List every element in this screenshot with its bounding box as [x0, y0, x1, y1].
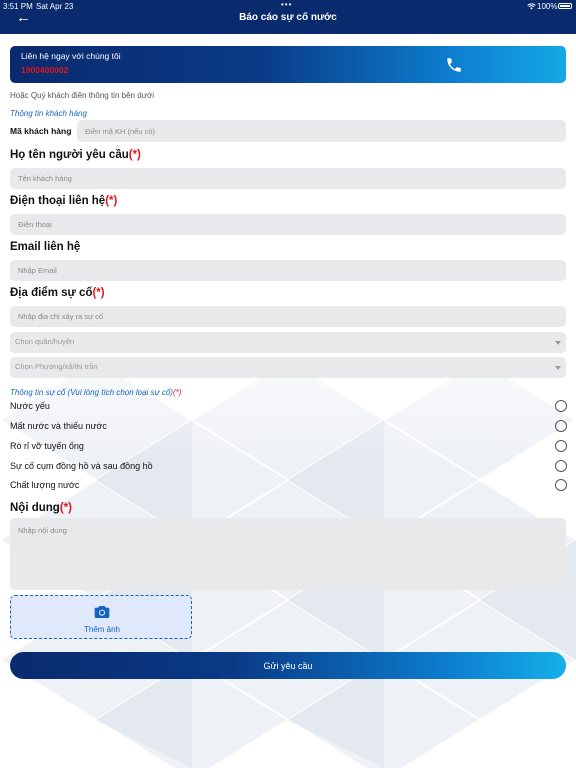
battery-percent: 100%	[537, 2, 558, 11]
ward-select-value: Chọn Phường/xã/thị trấn	[15, 362, 98, 371]
incident-option-weak-pressure[interactable]: Nước yếu	[10, 399, 567, 415]
ward-select[interactable]: Chọn Phường/xã/thị trấn	[10, 357, 566, 378]
multitasking-dots[interactable]: •••	[281, 0, 292, 9]
incident-option-meter-issue[interactable]: Sự cố cụm đồng hồ và sau đồng hồ	[10, 459, 567, 475]
battery-icon	[558, 3, 572, 9]
incident-option-label: Sự cố cụm đồng hồ và sau đồng hồ	[10, 461, 153, 471]
phone-input[interactable]	[10, 214, 566, 235]
name-label: Họ tên người yêu cầu(*)	[10, 149, 141, 161]
district-select-value: Chọn quận/huyện	[15, 337, 75, 346]
incident-option-water-quality[interactable]: Chất lượng nước	[10, 478, 567, 494]
location-input[interactable]	[10, 306, 566, 327]
wifi-icon	[527, 3, 536, 10]
page-title: Báo cáo sự cố nước	[239, 12, 337, 23]
radio-button[interactable]	[555, 440, 567, 452]
email-label: Email liên hệ	[10, 241, 81, 253]
phone-label: Điện thoại liên hệ(*)	[10, 195, 118, 207]
content-label: Nội dung(*)	[10, 502, 72, 514]
status-date: Sat Apr 23	[36, 2, 74, 11]
form-hint: Hoặc Quý khách điền thông tin bên dưới	[10, 91, 155, 100]
customer-section-title: Thông tin khách hàng	[10, 109, 87, 118]
chevron-down-icon	[555, 366, 561, 370]
incident-option-label: Nước yếu	[10, 401, 50, 411]
customer-code-label: Mã khách hàng	[10, 126, 72, 136]
phone-icon[interactable]	[445, 56, 463, 74]
email-input[interactable]	[10, 260, 566, 281]
radio-button[interactable]	[555, 420, 567, 432]
incident-option-label: Rò rỉ vỡ tuyến ống	[10, 441, 84, 451]
header-bar: 3:51 PM Sat Apr 23 ••• 100% ← Báo cáo sự…	[0, 0, 576, 34]
radio-button[interactable]	[555, 400, 567, 412]
hotline-number[interactable]: 1900400002	[21, 65, 68, 75]
chevron-down-icon	[555, 341, 561, 345]
radio-button[interactable]	[555, 460, 567, 472]
incident-option-label: Mất nước và thiếu nước	[10, 421, 107, 431]
name-input[interactable]	[10, 168, 566, 189]
report-form: Liên hệ ngay với chúng tôi 1900400002 Ho…	[0, 0, 576, 768]
hotline-label: Liên hệ ngay với chúng tôi	[21, 51, 121, 61]
content-textarea[interactable]	[10, 518, 566, 590]
camera-icon	[94, 606, 110, 618]
customer-code-input[interactable]	[77, 120, 566, 142]
incident-option-label: Chất lượng nước	[10, 480, 80, 490]
hotline-banner[interactable]: Liên hệ ngay với chúng tôi 1900400002	[10, 46, 566, 83]
incident-option-water-outage[interactable]: Mất nước và thiếu nước	[10, 419, 567, 435]
radio-button[interactable]	[555, 479, 567, 491]
district-select[interactable]: Chọn quận/huyện	[10, 332, 566, 353]
location-label: Địa điểm sự cố(*)	[10, 287, 105, 299]
add-photo-button[interactable]: Thêm ảnh	[10, 595, 192, 639]
incident-option-pipe-leak[interactable]: Rò rỉ vỡ tuyến ống	[10, 439, 567, 455]
add-photo-label: Thêm ảnh	[83, 625, 121, 634]
incident-section-title: Thông tin sự cố (Vui lòng tích chọn loại…	[10, 388, 182, 397]
submit-button[interactable]: Gửi yêu cầu	[10, 652, 566, 679]
